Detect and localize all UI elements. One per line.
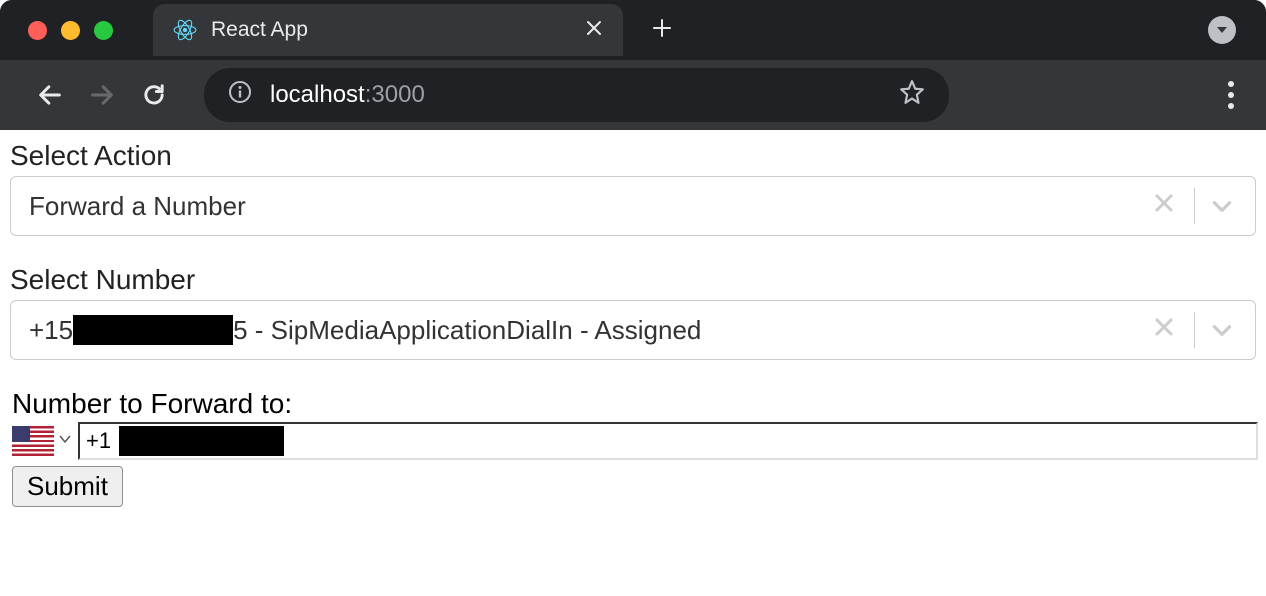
tab-bar: React App <box>0 0 1266 60</box>
select-action-label: Select Action <box>10 140 1258 172</box>
omnibox[interactable]: localhost:3000 <box>204 68 949 122</box>
window-controls <box>28 21 113 40</box>
browser-chrome: React App localhost:3 <box>0 0 1266 130</box>
clear-icon[interactable] <box>1138 313 1190 347</box>
phone-prefix: +1 <box>86 428 111 454</box>
forward-to-label: Number to Forward to: <box>12 388 1258 420</box>
select-indicators <box>1138 312 1245 348</box>
number-select-value: +15 5 - SipMediaApplicationDialIn - Assig… <box>29 315 1138 346</box>
window-close-button[interactable] <box>28 21 47 40</box>
address-bar-row: localhost:3000 <box>0 60 1266 130</box>
url-text: localhost:3000 <box>270 81 425 109</box>
indicator-separator <box>1194 312 1195 348</box>
url-port: :3000 <box>365 81 425 108</box>
window-minimize-button[interactable] <box>61 21 80 40</box>
submit-button[interactable]: Submit <box>12 466 123 507</box>
reload-button[interactable] <box>134 75 174 115</box>
select-indicators <box>1138 188 1245 224</box>
country-select[interactable] <box>12 422 72 460</box>
number-select[interactable]: +15 5 - SipMediaApplicationDialIn - Assig… <box>10 300 1256 360</box>
number-suffix: 5 - SipMediaApplicationDialIn - Assigned <box>233 315 701 346</box>
us-flag-icon <box>12 426 54 456</box>
profile-menu[interactable] <box>1208 16 1236 44</box>
indicator-separator <box>1194 188 1195 224</box>
phone-input-row: +1 <box>12 422 1258 460</box>
action-select-value: Forward a Number <box>29 191 1138 222</box>
page-content: Select Action Forward a Number Select Nu… <box>0 130 1266 515</box>
redacted-number <box>73 315 233 345</box>
new-tab-icon[interactable] <box>651 14 673 46</box>
clear-icon[interactable] <box>1138 189 1190 223</box>
number-prefix: +15 <box>29 315 73 346</box>
react-favicon <box>173 18 197 42</box>
browser-tab[interactable]: React App <box>153 4 623 56</box>
select-number-label: Select Number <box>10 264 1258 296</box>
phone-input[interactable]: +1 <box>78 422 1258 460</box>
action-select[interactable]: Forward a Number <box>10 176 1256 236</box>
back-button[interactable] <box>30 75 70 115</box>
tab-close-icon[interactable] <box>585 17 603 43</box>
chevron-down-icon[interactable] <box>1199 193 1245 219</box>
tab-title: React App <box>211 18 571 42</box>
profile-dropdown-icon <box>1208 16 1236 44</box>
site-info-icon[interactable] <box>228 80 252 111</box>
window-maximize-button[interactable] <box>94 21 113 40</box>
bookmark-star-icon[interactable] <box>899 79 925 112</box>
redacted-phone <box>119 426 284 456</box>
chevron-down-icon[interactable] <box>1199 317 1245 343</box>
forward-button[interactable] <box>82 75 122 115</box>
url-host: localhost <box>270 81 365 108</box>
chevron-down-icon <box>58 432 72 451</box>
browser-menu-icon[interactable] <box>1228 81 1234 109</box>
